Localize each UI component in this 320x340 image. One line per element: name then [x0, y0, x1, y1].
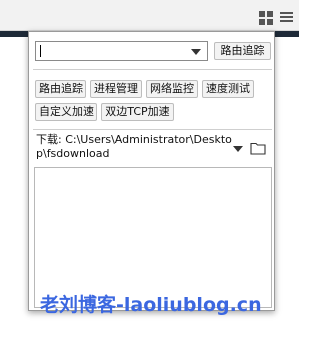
chevron-down-icon[interactable]: [233, 146, 243, 152]
extension-popup: 路由追踪 路由追踪 进程管理 网络监控 速度测试 自定义加速 双边TCP加速 下…: [28, 31, 275, 311]
process-manager-button[interactable]: 进程管理: [90, 80, 142, 98]
hamburger-menu-icon[interactable]: [280, 12, 293, 23]
route-trace-button[interactable]: 路由追踪: [35, 80, 86, 98]
browser-toolbar: [0, 0, 299, 31]
log-textarea[interactable]: [34, 167, 272, 308]
divider: [33, 69, 272, 70]
divider: [33, 129, 272, 130]
grid-icon[interactable]: [259, 11, 274, 26]
dual-tcp-accel-button[interactable]: 双边TCP加速: [101, 103, 174, 121]
speed-test-button[interactable]: 速度测试: [202, 80, 254, 98]
download-path-label: 下载: C:\Users\Administrator\Desktop\fsdow…: [36, 133, 232, 160]
page: 路由追踪 路由追踪 进程管理 网络监控 速度测试 自定义加速 双边TCP加速 下…: [0, 0, 299, 340]
route-select[interactable]: [35, 41, 208, 61]
text-caret: [40, 45, 41, 57]
folder-icon[interactable]: [250, 141, 266, 155]
chevron-down-icon[interactable]: [191, 49, 201, 55]
custom-accel-button[interactable]: 自定义加速: [35, 103, 97, 121]
watermark-text: 老刘博客-laoliublog.cn: [40, 294, 262, 316]
network-monitor-button[interactable]: 网络监控: [146, 80, 198, 98]
trace-button[interactable]: 路由追踪: [214, 42, 271, 60]
